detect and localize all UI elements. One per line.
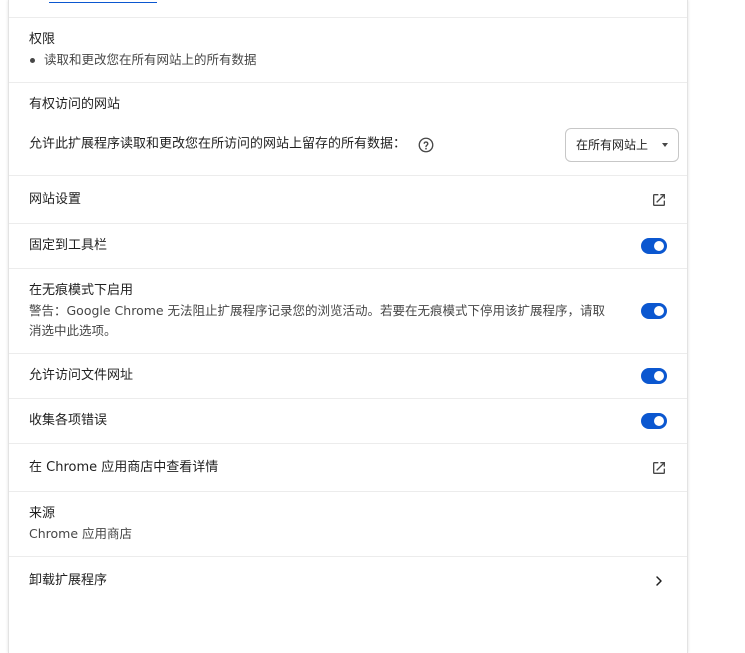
site-access-title-row: 有权访问的网站 [9, 95, 687, 115]
file-urls-row: 允许访问文件网址 [9, 366, 687, 386]
open-in-new-icon[interactable] [651, 192, 667, 208]
toggle-knob [654, 371, 664, 381]
bullet-icon [30, 57, 35, 63]
divider [9, 398, 687, 399]
divider [9, 491, 687, 492]
divider [9, 175, 687, 176]
site-settings-row[interactable]: 网站设置 [9, 190, 687, 210]
uninstall-label: 卸载扩展程序 [29, 573, 108, 588]
source-row: 来源 Chrome 应用商店 [9, 504, 687, 544]
toggle-knob [654, 416, 664, 426]
site-access-description: 允许此扩展程序读取和更改您在所访问的网站上留存的所有数据： [29, 136, 407, 152]
pin-toolbar-toggle[interactable] [641, 238, 667, 254]
caret-down-icon [662, 143, 668, 147]
site-access-title: 有权访问的网站 [29, 97, 121, 112]
incognito-row: 在无痕模式下启用 警告：Google Chrome 无法阻止扩展程序记录您的浏览… [9, 281, 687, 341]
source-value: Chrome 应用商店 [29, 526, 133, 541]
collect-errors-label: 收集各项错误 [29, 413, 108, 428]
uninstall-row[interactable]: 卸载扩展程序 [9, 571, 687, 591]
webstore-row[interactable]: 在 Chrome 应用商店中查看详情 [9, 458, 687, 478]
permissions-title: 权限 [29, 32, 56, 47]
divider [9, 223, 687, 224]
divider [9, 82, 687, 83]
open-in-new-icon[interactable] [651, 460, 667, 476]
extension-details-card: 权限 读取和更改您在所有网站上的所有数据 有权访问的网站 允许此扩展程序读取和更… [8, 0, 688, 653]
incognito-warning: 警告：Google Chrome 无法阻止扩展程序记录您的浏览活动。若要在无痕模… [29, 303, 606, 338]
source-label: 来源 [29, 506, 56, 521]
webstore-label: 在 Chrome 应用商店中查看详情 [29, 460, 219, 475]
file-urls-label: 允许访问文件网址 [29, 368, 134, 383]
divider [9, 17, 687, 18]
file-urls-toggle[interactable] [641, 368, 667, 384]
incognito-toggle[interactable] [641, 303, 667, 319]
permission-item: 读取和更改您在所有网站上的所有数据 [29, 50, 667, 70]
incognito-label: 在无痕模式下启用 [29, 283, 134, 298]
toggle-knob [654, 306, 664, 316]
permissions-section: 权限 读取和更改您在所有网站上的所有数据 [9, 30, 687, 70]
site-access-select-value: 在所有网站上 [576, 138, 649, 152]
collect-errors-toggle[interactable] [641, 413, 667, 429]
divider [9, 353, 687, 354]
collect-errors-row: 收集各项错误 [9, 411, 687, 431]
site-settings-label: 网站设置 [29, 192, 82, 207]
clipped-link[interactable] [49, 0, 157, 3]
divider [9, 268, 687, 269]
help-icon[interactable] [417, 136, 435, 154]
site-access-select[interactable]: 在所有网站上 [565, 128, 679, 162]
permission-item-text: 读取和更改您在所有网站上的所有数据 [44, 52, 257, 67]
pin-toolbar-label: 固定到工具栏 [29, 238, 108, 253]
divider [9, 556, 687, 557]
divider [9, 443, 687, 444]
toggle-knob [654, 241, 664, 251]
pin-toolbar-row: 固定到工具栏 [9, 236, 687, 256]
chevron-right-icon[interactable] [651, 573, 667, 589]
